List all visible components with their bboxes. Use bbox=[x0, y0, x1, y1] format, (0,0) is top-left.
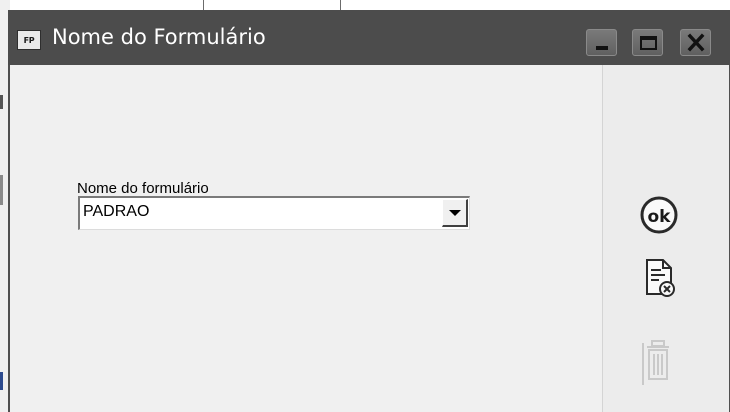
document-cancel-icon bbox=[646, 259, 675, 297]
dialog-content: Nome do formulário PADRAO ok bbox=[10, 65, 729, 412]
app-icon: FP bbox=[17, 30, 41, 50]
background-mark bbox=[0, 372, 3, 390]
window-title: Nome do Formulário bbox=[52, 25, 266, 49]
background-divider bbox=[203, 0, 204, 10]
background-mark bbox=[0, 175, 3, 205]
form-name-label: Nome do formulário bbox=[77, 180, 209, 197]
app-icon-text: FP bbox=[23, 35, 35, 45]
maximize-icon bbox=[640, 36, 657, 50]
close-icon bbox=[687, 33, 705, 52]
maximize-button[interactable] bbox=[632, 29, 663, 56]
cancel-button[interactable] bbox=[641, 256, 677, 300]
form-name-value: PADRAO bbox=[83, 203, 150, 220]
ok-icon: ok bbox=[648, 207, 672, 227]
dropdown-button[interactable] bbox=[442, 199, 468, 227]
minimize-icon bbox=[596, 46, 608, 50]
background-app-strip bbox=[0, 0, 730, 10]
chevron-down-icon bbox=[449, 210, 461, 216]
close-button[interactable] bbox=[680, 29, 711, 56]
delete-button[interactable] bbox=[639, 337, 679, 387]
action-sidebar: ok bbox=[602, 65, 729, 412]
form-name-dialog: FP Nome do Formulário Nome do formulário… bbox=[8, 10, 730, 412]
background-divider bbox=[340, 0, 341, 10]
title-bar[interactable]: FP Nome do Formulário bbox=[8, 10, 730, 65]
minimize-button[interactable] bbox=[586, 29, 617, 56]
ok-button[interactable]: ok bbox=[637, 193, 681, 237]
trash-icon bbox=[642, 340, 669, 385]
form-name-combobox[interactable]: PADRAO bbox=[78, 196, 470, 230]
background-mark bbox=[0, 95, 3, 109]
